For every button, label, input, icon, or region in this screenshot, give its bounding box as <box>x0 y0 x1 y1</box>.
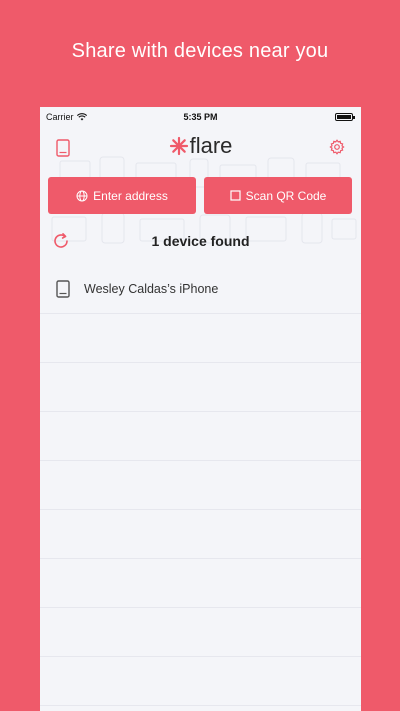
enter-address-button[interactable]: Enter address <box>48 177 196 214</box>
square-icon <box>230 190 241 201</box>
device-list-item[interactable]: Wesley Caldas’s iPhone <box>40 265 361 314</box>
headline: Share with devices near you <box>71 40 329 62</box>
status-time: 5:35 PM <box>183 112 218 122</box>
phone-screen: Carrier 5:35 PM flare Enter address Scan… <box>40 107 361 711</box>
enter-address-label: Enter address <box>93 188 168 203</box>
scan-qr-label: Scan QR Code <box>245 188 327 203</box>
empty-row <box>40 510 361 559</box>
globe-icon <box>76 190 88 201</box>
empty-row <box>40 363 361 412</box>
empty-row <box>40 461 361 510</box>
status-bar: Carrier 5:35 PM <box>40 107 361 127</box>
device-list: Wesley Caldas’s iPhone <box>40 265 361 706</box>
empty-row <box>40 608 361 657</box>
tablet-icon <box>56 280 70 298</box>
gear-icon[interactable] <box>329 139 345 155</box>
devices-found-text: 1 device found <box>151 233 250 249</box>
empty-row <box>40 559 361 608</box>
devices-found-row: 1 device found <box>40 229 361 253</box>
empty-row <box>40 412 361 461</box>
flare-logo-icon <box>169 136 188 156</box>
empty-row <box>40 657 361 706</box>
battery-icon <box>335 113 355 121</box>
device-name: Wesley Caldas’s iPhone <box>84 282 219 296</box>
empty-row <box>40 314 361 363</box>
scan-qr-button[interactable]: Scan QR Code <box>204 177 352 214</box>
